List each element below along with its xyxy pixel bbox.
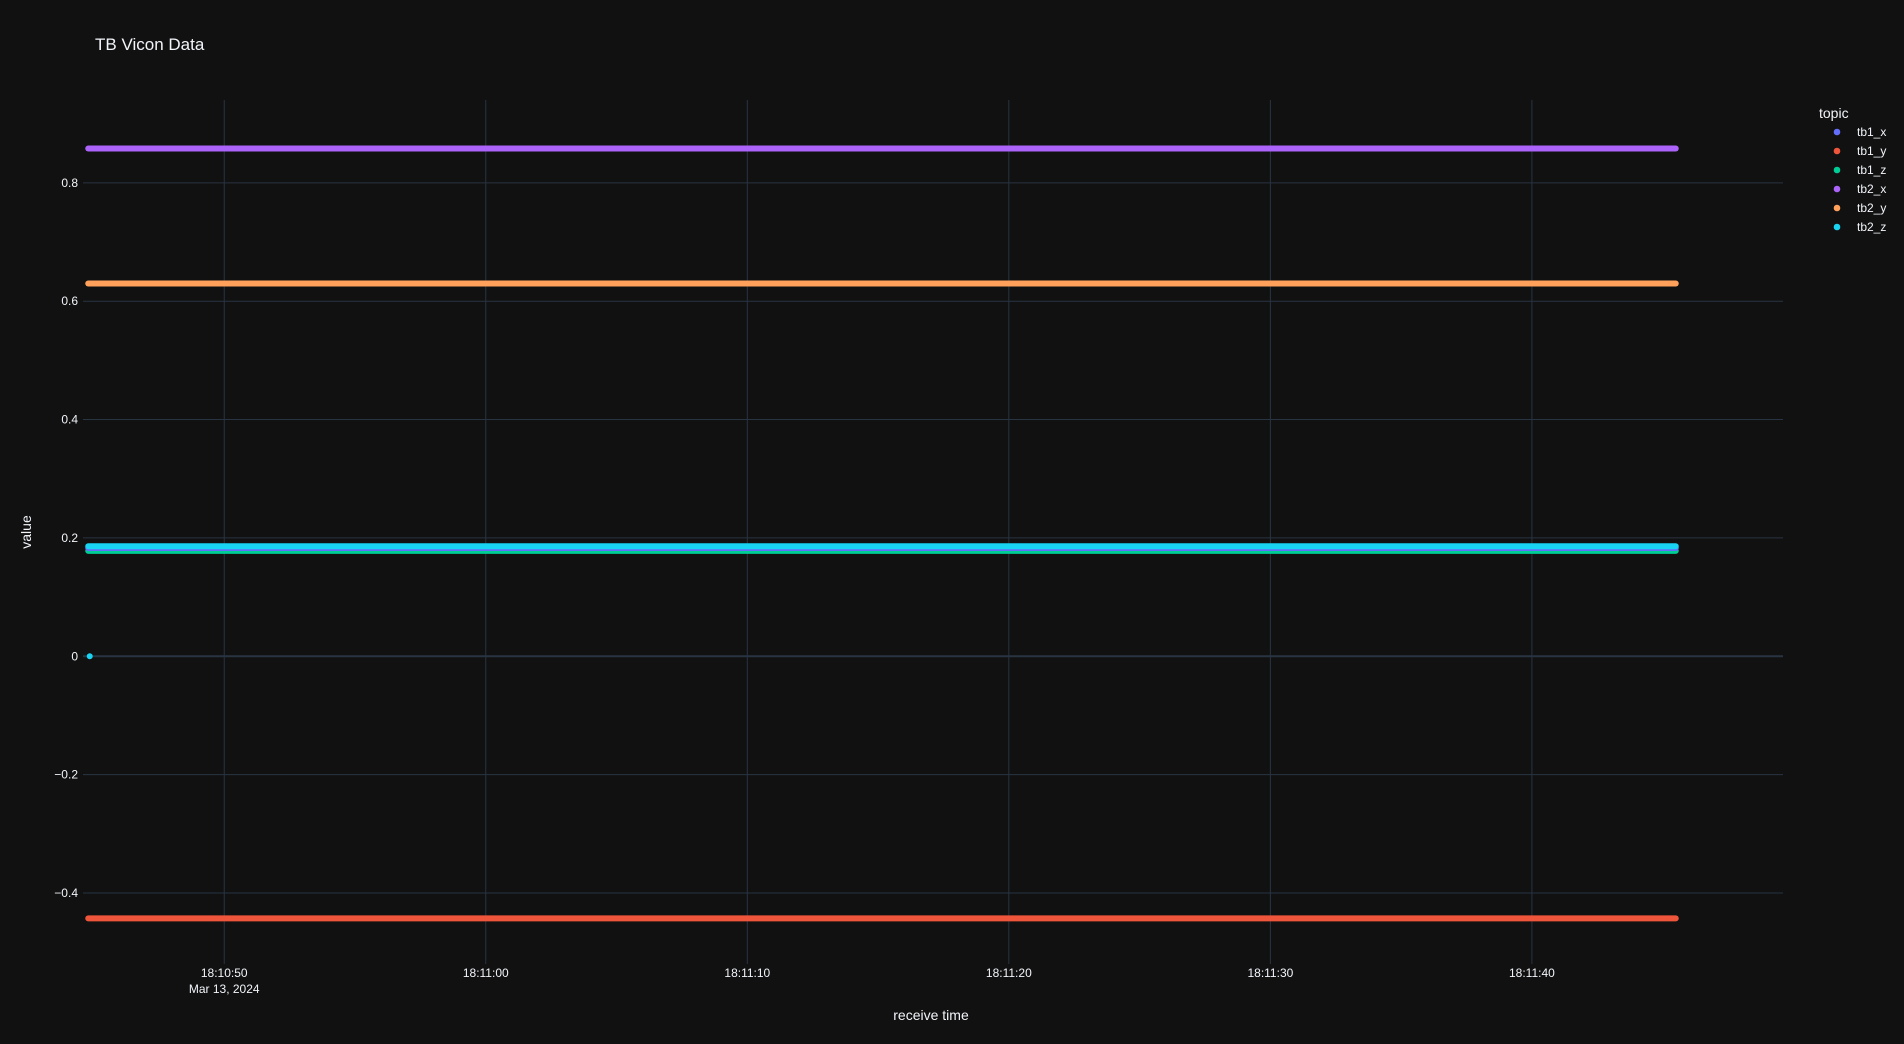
y-tick-label: 0.6: [61, 294, 78, 308]
legend-marker-tb1_x[interactable]: [1833, 128, 1841, 136]
legend-marker-tb2_y[interactable]: [1833, 204, 1841, 212]
grid: [83, 100, 1783, 964]
chart: 0.8 0.6 0.4 0.2 0 −0.2 −0.4 18:10:50 Mar 13, 20…: [18, 35, 1886, 1023]
legend-items: tb1_x tb1_y tb1_z tb2_x tb2_y tb2_z: [1833, 125, 1886, 234]
legend-label-tb1_x[interactable]: tb1_x: [1857, 125, 1886, 139]
series-tb2_z-first-point: [86, 653, 93, 660]
y-tick-label: 0: [71, 649, 78, 663]
y-tick-label: 0.2: [61, 531, 78, 545]
legend-title: topic: [1819, 105, 1849, 121]
legend-label-tb2_x[interactable]: tb2_x: [1857, 182, 1886, 196]
x-tick-labels: 18:10:50 Mar 13, 2024 18:11:00 18:11:10 18:1…: [189, 966, 1555, 996]
legend-marker-tb1_z[interactable]: [1833, 166, 1841, 174]
x-tick-label: 18:11:10: [724, 966, 770, 980]
x-tick-sublabel: Mar 13, 2024: [189, 982, 260, 996]
x-tick-label: 18:11:00: [463, 966, 509, 980]
legend-label-tb2_y[interactable]: tb2_y: [1857, 201, 1886, 215]
series-layer: [85, 145, 1679, 922]
x-tick-label: 18:11:40: [1509, 966, 1555, 980]
x-tick-label: 18:10:50: [201, 966, 248, 980]
y-tick-labels: 0.8 0.6 0.4 0.2 0 −0.2 −0.4: [54, 176, 78, 900]
legend: topic tb1_x tb1_y tb1_z tb2_x tb2_y tb2_z: [1819, 105, 1886, 234]
y-axis-title: value: [18, 515, 34, 549]
y-tick-label: −0.2: [54, 768, 78, 782]
legend-label-tb2_z[interactable]: tb2_z: [1857, 220, 1886, 234]
legend-label-tb1_y[interactable]: tb1_y: [1857, 144, 1886, 158]
y-tick-label: 0.8: [61, 176, 78, 190]
y-tick-label: −0.4: [54, 886, 78, 900]
legend-marker-tb2_z[interactable]: [1833, 223, 1841, 231]
x-tick-label: 18:11:30: [1247, 966, 1293, 980]
y-tick-label: 0.4: [61, 413, 78, 427]
legend-label-tb1_z[interactable]: tb1_z: [1857, 163, 1886, 177]
chart-title: TB Vicon Data: [95, 35, 205, 54]
x-tick-label: 18:11:20: [986, 966, 1032, 980]
legend-marker-tb1_y[interactable]: [1833, 147, 1841, 155]
legend-marker-tb2_x[interactable]: [1833, 185, 1841, 193]
x-axis-title: receive time: [893, 1007, 969, 1023]
